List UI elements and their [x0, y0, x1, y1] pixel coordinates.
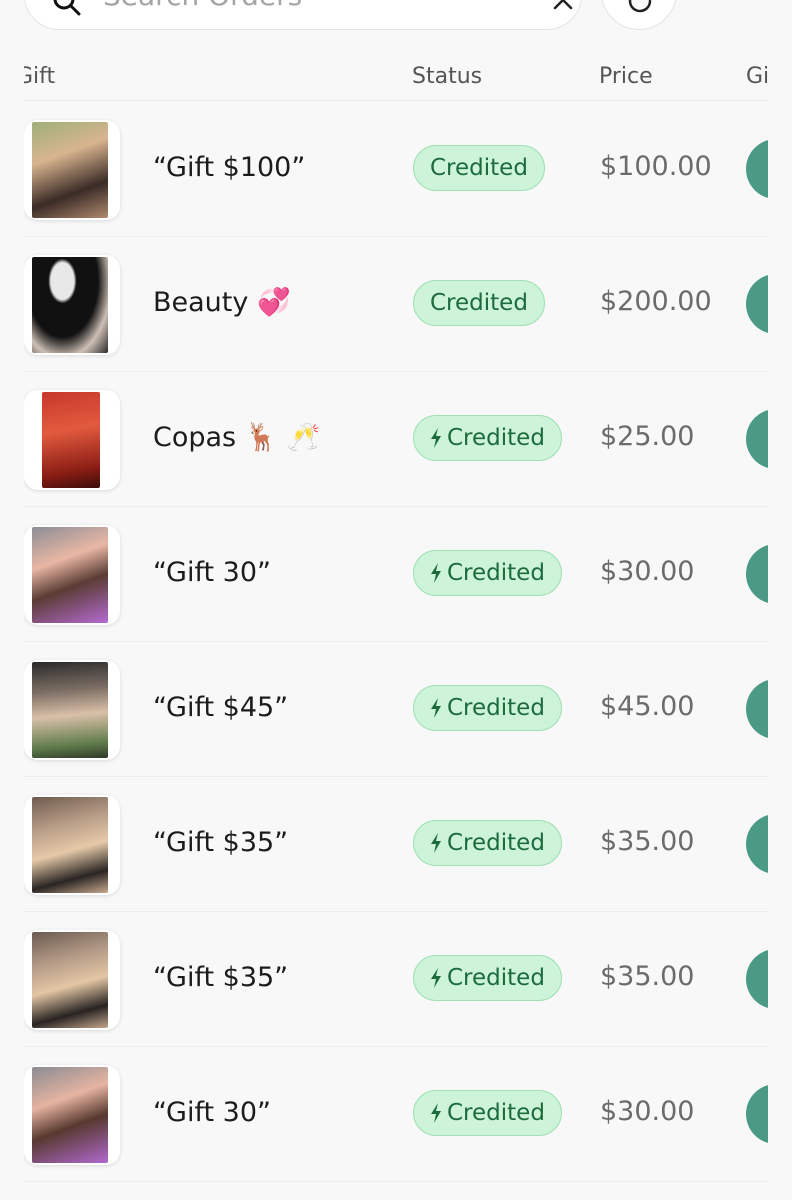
price: $35.00 [600, 826, 695, 857]
gift-name: “Gift 30” [153, 557, 271, 588]
gift-name: “Gift $35” [153, 827, 289, 858]
table-row[interactable]: “Gift 30” Credited $30.00 [24, 1047, 768, 1182]
status-badge: Credited [413, 280, 545, 326]
bolt-icon [431, 833, 441, 853]
gift-thumbnail [24, 660, 120, 760]
gift-name: Beauty 💞 [153, 287, 291, 318]
price: $25.00 [600, 421, 695, 452]
gift-thumbnail [24, 120, 120, 220]
price: $30.00 [600, 1096, 695, 1127]
row-action-button[interactable] [746, 409, 768, 469]
gift-thumbnail [24, 255, 120, 355]
price: $200.00 [600, 286, 712, 317]
gift-thumbnail [24, 1065, 120, 1165]
status-label: Credited [430, 155, 528, 181]
bolt-icon [431, 968, 441, 988]
price: $35.00 [600, 961, 695, 992]
row-action-button[interactable] [746, 139, 768, 199]
bolt-icon [431, 698, 441, 718]
column-header-status: Status [412, 64, 483, 89]
status-label: Credited [447, 965, 545, 991]
bolt-icon [431, 1103, 441, 1123]
column-header-price: Price [599, 64, 653, 89]
gift-name: “Gift 30” [153, 1097, 271, 1128]
table-row[interactable]: Beauty 💞 Credited $200.00 [24, 237, 768, 372]
row-action-button[interactable] [746, 949, 768, 1009]
status-label: Credited [430, 290, 528, 316]
status-label: Credited [447, 830, 545, 856]
table-row[interactable]: “Gift $45” Credited $45.00 [24, 642, 768, 777]
gift-thumbnail [24, 390, 120, 490]
row-action-button[interactable] [746, 814, 768, 874]
gift-thumbnail [24, 930, 120, 1030]
row-action-button[interactable] [746, 274, 768, 334]
status-label: Credited [447, 695, 545, 721]
orders-table: Gift Status Price Gi “Gift $100” Credite… [24, 0, 768, 1200]
status-badge: Credited [413, 1090, 562, 1136]
row-action-button[interactable] [746, 1084, 768, 1144]
table-row[interactable]: “Gift 30” Credited $30.00 [24, 507, 768, 642]
column-header-gift: Gift [24, 64, 56, 89]
row-action-button[interactable] [746, 679, 768, 739]
status-badge: Credited [413, 685, 562, 731]
column-header-gift-extra: Gi [746, 64, 768, 89]
table-header: Gift Status Price Gi [24, 56, 768, 101]
gift-name: “Gift $100” [153, 152, 306, 183]
table-row[interactable]: “Gift $35” Credited $35.00 [24, 777, 768, 912]
bolt-icon [431, 428, 441, 448]
table-row[interactable]: Copas 🦌 🥂 Credited $25.00 [24, 372, 768, 507]
table-row[interactable]: “Gift $100” Credited $100.00 [24, 102, 768, 237]
gift-thumbnail [24, 795, 120, 895]
bolt-icon [431, 563, 441, 583]
status-badge: Credited [413, 550, 562, 596]
gift-name: “Gift $45” [153, 692, 289, 723]
table-row[interactable]: “Gift $35” Credited $35.00 [24, 912, 768, 1047]
gift-thumbnail [24, 525, 120, 625]
row-action-button[interactable] [746, 544, 768, 604]
status-badge: Credited [413, 415, 562, 461]
price: $30.00 [600, 556, 695, 587]
price: $100.00 [600, 151, 712, 182]
status-badge: Credited [413, 955, 562, 1001]
price: $45.00 [600, 691, 695, 722]
status-badge: Credited [413, 820, 562, 866]
gift-name: “Gift $35” [153, 962, 289, 993]
gift-name: Copas 🦌 🥂 [153, 422, 321, 453]
status-label: Credited [447, 560, 545, 586]
status-badge: Credited [413, 145, 545, 191]
status-label: Credited [447, 1100, 545, 1126]
status-label: Credited [447, 425, 545, 451]
